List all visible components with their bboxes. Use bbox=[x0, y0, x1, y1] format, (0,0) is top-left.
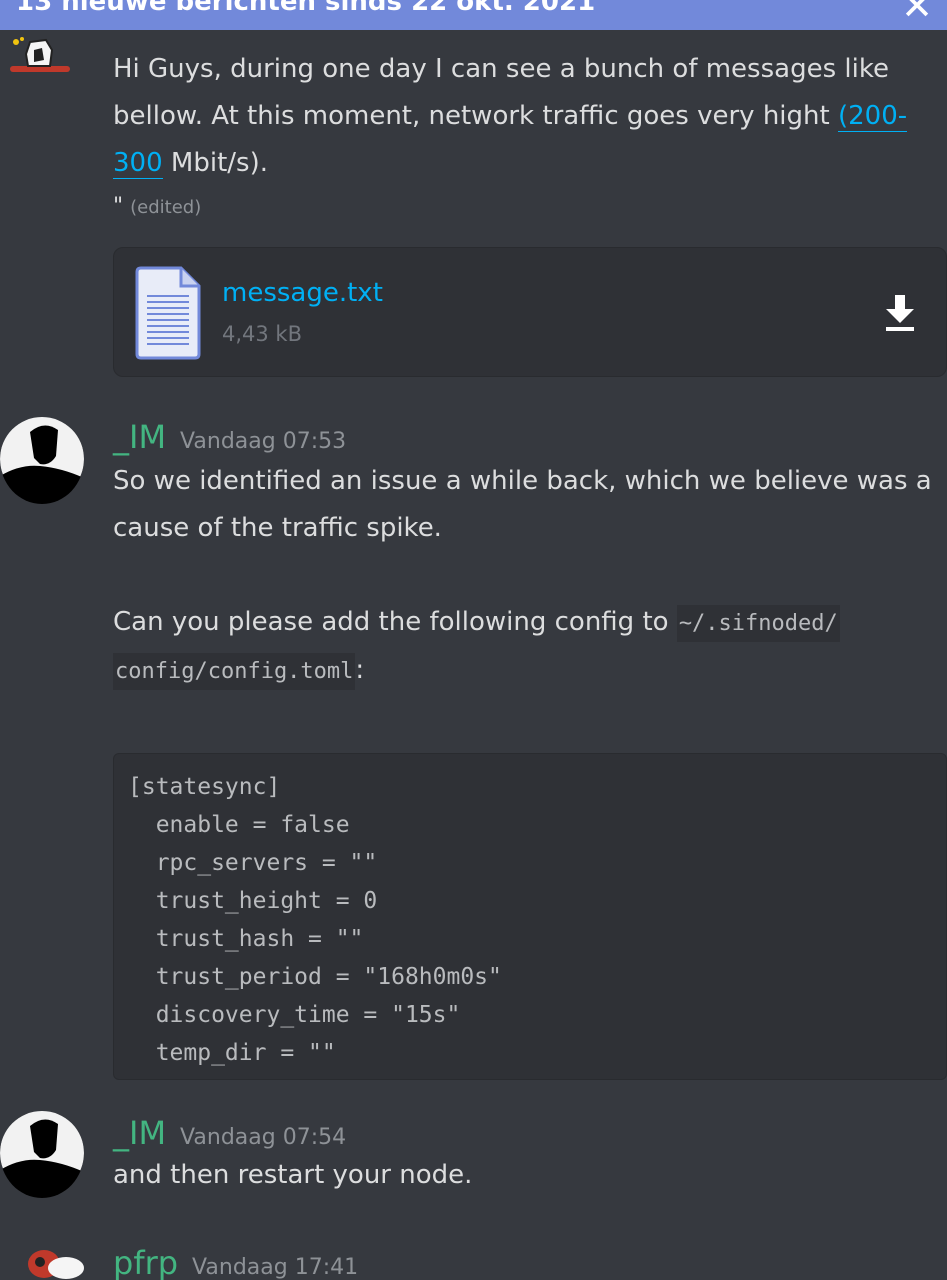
avatar[interactable] bbox=[0, 1108, 84, 1198]
inline-code: ~/.sifnoded/ bbox=[676, 605, 840, 642]
quote-mark: " bbox=[113, 194, 124, 219]
timestamp: Vandaag 17:41 bbox=[192, 1255, 359, 1280]
message-text: Hi Guys, during one day I can see a bunc… bbox=[113, 54, 889, 131]
avatar[interactable] bbox=[0, 414, 84, 504]
avatar[interactable] bbox=[6, 36, 72, 76]
banner-title: 13 nieuwe berichten sinds 22 okt. 2021 bbox=[16, 0, 596, 17]
document-icon bbox=[135, 266, 201, 364]
message-body: _IM Vandaag 07:53 So we identified an is… bbox=[113, 418, 947, 695]
timestamp: Vandaag 07:54 bbox=[180, 1125, 347, 1150]
file-attachment[interactable]: message.txt 4,43 kB bbox=[113, 247, 947, 377]
file-size: 4,43 kB bbox=[222, 322, 303, 346]
username[interactable]: _IM bbox=[113, 1114, 166, 1152]
inline-code: config/config.toml bbox=[113, 653, 356, 690]
message-body: Hi Guys, during one day I can see a bunc… bbox=[113, 46, 933, 228]
new-messages-banner[interactable]: 13 nieuwe berichten sinds 22 okt. 2021 ✕ bbox=[0, 0, 947, 30]
download-icon[interactable] bbox=[884, 293, 916, 337]
avatar[interactable] bbox=[18, 1240, 88, 1280]
message-text-end: Mbit/s). bbox=[162, 148, 268, 178]
code-block: [statesync] enable = false rpc_servers =… bbox=[113, 753, 947, 1080]
username[interactable]: pfrp bbox=[113, 1244, 178, 1280]
message-text-end: : bbox=[355, 655, 365, 685]
username[interactable]: _IM bbox=[113, 418, 166, 456]
file-name-link[interactable]: message.txt bbox=[222, 278, 383, 308]
message-text: and then restart your node. bbox=[113, 1160, 473, 1190]
message-text: Can you please add the following config … bbox=[113, 607, 677, 637]
timestamp: Vandaag 07:53 bbox=[180, 429, 347, 454]
message-text: So we identified an issue a while back, … bbox=[113, 466, 932, 543]
message-body: _IM Vandaag 07:54 and then restart your … bbox=[113, 1114, 947, 1199]
close-icon[interactable]: ✕ bbox=[901, 0, 933, 26]
message-header: pfrp Vandaag 17:41 bbox=[113, 1244, 358, 1280]
edited-label: (edited) bbox=[130, 197, 202, 218]
